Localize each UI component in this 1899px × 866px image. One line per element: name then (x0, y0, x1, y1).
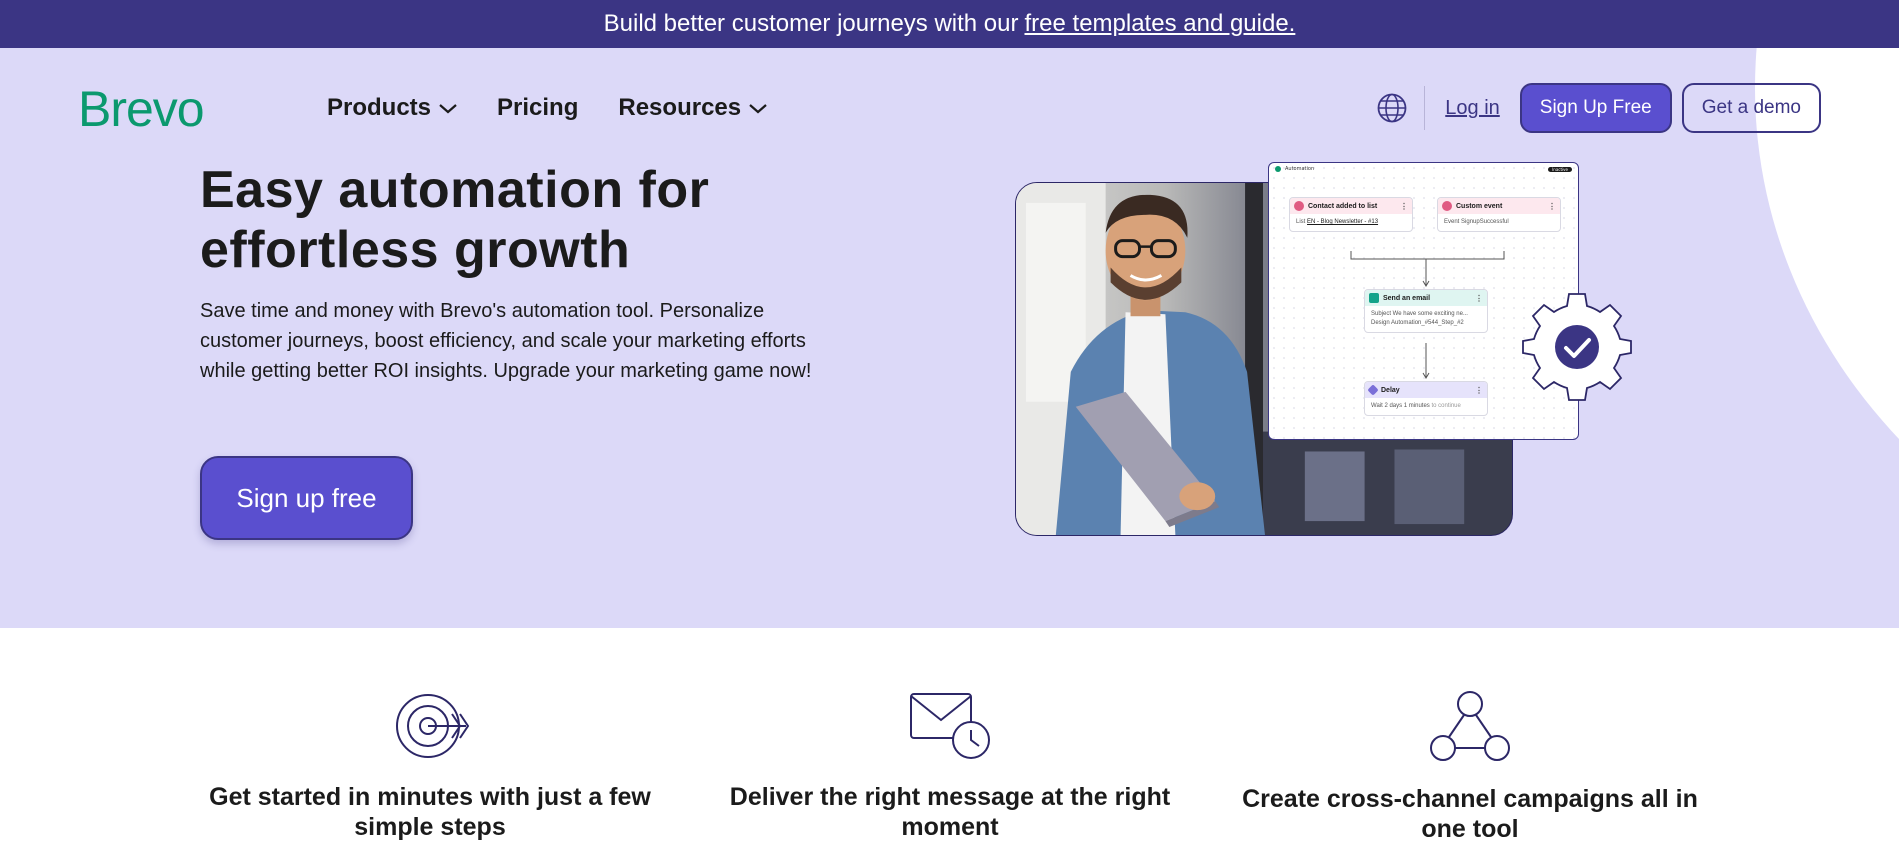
network-icon (1430, 691, 1510, 761)
email-icon (1369, 293, 1379, 303)
node-label: Event (1444, 219, 1460, 225)
workflow-node-send-email[interactable]: Send an email ⋮ Subject We have some exc… (1364, 289, 1488, 333)
nav-products[interactable]: Products (327, 94, 457, 122)
node-value: to continue (1431, 403, 1461, 409)
email-clock-icon (910, 693, 990, 759)
delay-icon (1367, 384, 1379, 396)
workflow-node-delay[interactable]: Delay ⋮ Wait 2 days 1 minutes to continu… (1364, 381, 1488, 416)
node-value: SignupSuccessful (1461, 219, 1509, 225)
nav-resources-label: Resources (618, 94, 742, 121)
feature-title: Create cross-channel campaigns all in on… (1242, 785, 1698, 843)
feature-title: Deliver the right message at the right m… (729, 783, 1171, 841)
node-label: Design (1371, 320, 1390, 326)
nav-resources[interactable]: Resources (618, 94, 767, 122)
login-link[interactable]: Log in (1445, 97, 1500, 120)
node-label: Wait 2 days 1 minutes (1371, 403, 1430, 409)
signup-button[interactable]: Sign Up Free (1519, 83, 1672, 133)
workflow-node-custom-event[interactable]: Custom event ⋮ Event SignupSuccessful (1437, 197, 1561, 232)
globe-icon[interactable] (1376, 92, 1408, 124)
node-value: Automation_#544_Step_#2 (1391, 320, 1464, 326)
feature-item: Get started in minutes with just a few s… (200, 690, 660, 842)
hero-title-line2: effortless growth (200, 221, 631, 279)
hero-section: Brevo Products Pricing Resources Log in … (0, 48, 1899, 628)
node-title: Send an email (1383, 294, 1431, 302)
feature-item: Create cross-channel campaigns all in on… (1240, 690, 1700, 844)
hero-curve-decoration (1755, 48, 1899, 628)
more-options-icon[interactable]: ⋮ (1548, 202, 1556, 211)
hero-title-line1: Easy automation for (200, 161, 710, 219)
banner-text: Build better customer journeys with our (603, 10, 1019, 37)
node-value: EN - Blog Newsletter - #13 (1307, 219, 1379, 225)
feature-title: Get started in minutes with just a few s… (209, 783, 651, 841)
event-icon (1442, 201, 1452, 211)
brevo-logo[interactable]: Brevo (78, 80, 205, 138)
announcement-banner: Build better customer journeys with our … (0, 0, 1899, 48)
hero-description: Save time and money with Brevo's automat… (200, 300, 812, 382)
main-nav: Products Pricing Resources (327, 94, 767, 122)
workflow-node-trigger[interactable]: Contact added to list ⋮ List EN - Blog N… (1289, 197, 1413, 232)
target-icon (396, 694, 470, 758)
more-options-icon[interactable]: ⋮ (1400, 202, 1408, 211)
feature-item: Deliver the right message at the right m… (720, 690, 1180, 842)
contact-icon (1294, 201, 1304, 211)
node-label: List (1296, 219, 1306, 225)
banner-link[interactable]: free templates and guide. (1025, 10, 1296, 38)
header-actions: Log in Sign Up Free Get a demo (1376, 83, 1821, 133)
header-divider (1424, 86, 1426, 130)
get-demo-button[interactable]: Get a demo (1681, 83, 1821, 133)
nav-pricing-label: Pricing (497, 94, 579, 121)
chevron-down-icon (439, 104, 457, 114)
node-title: Contact added to list (1308, 202, 1378, 210)
node-title: Delay (1381, 386, 1400, 394)
gear-check-icon (1522, 293, 1632, 401)
nav-products-label: Products (327, 94, 432, 121)
nav-pricing[interactable]: Pricing (497, 94, 578, 122)
features-section: Get started in minutes with just a few s… (0, 628, 1899, 866)
chevron-down-icon (749, 104, 767, 114)
hero-signup-button[interactable]: Sign up free (200, 456, 413, 540)
node-title: Custom event (1456, 202, 1503, 210)
more-options-icon[interactable]: ⋮ (1475, 386, 1483, 395)
hero-title: Easy automation for effortless growth (200, 160, 900, 280)
node-subject: Subject We have some exciting ne... (1371, 311, 1468, 317)
more-options-icon[interactable]: ⋮ (1475, 294, 1483, 303)
